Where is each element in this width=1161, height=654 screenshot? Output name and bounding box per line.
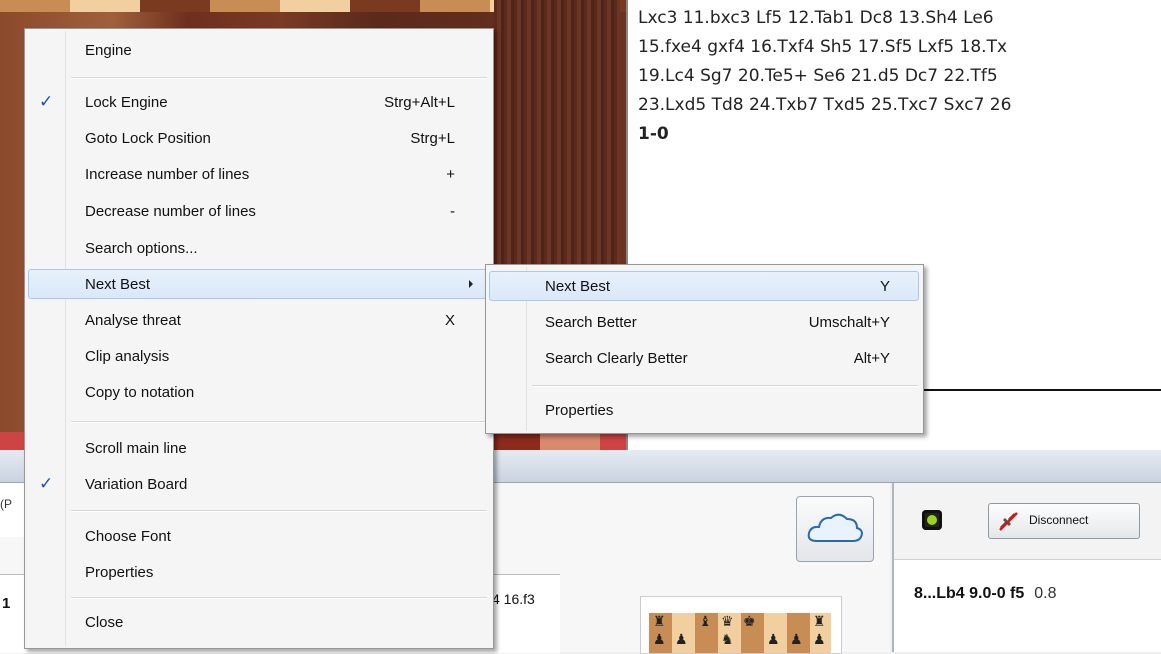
menu-item-shortcut: Strg+Alt+L — [384, 94, 455, 111]
menu-separator — [71, 597, 487, 599]
menu-item-clip-analysis[interactable]: Clip analysis — [28, 341, 488, 371]
pawn-piece: ♟ — [675, 631, 688, 647]
menu-item-goto-lock-position[interactable]: Goto Lock Position Strg+L — [28, 123, 488, 153]
menu-item-label: Lock Engine — [85, 94, 168, 111]
engine-panel: Disconnect 8...Lb4 9.0-0 f5 0.8 — [892, 483, 1161, 652]
checkmark-icon: ✓ — [39, 92, 54, 111]
menu-item-label: Increase number of lines — [85, 166, 250, 183]
menu-item-label: Analyse threat — [85, 312, 181, 329]
pawn-piece: ♟ — [813, 631, 826, 647]
menu-item-analyse-threat[interactable]: Analyse threat X — [28, 305, 488, 335]
menu-item-label: Variation Board — [85, 476, 188, 493]
submenu-item-properties[interactable]: Properties — [489, 395, 919, 425]
rook-piece: ♜ — [653, 613, 666, 629]
menu-item-label: Engine — [85, 42, 132, 59]
pawn-piece: ♟ — [653, 631, 666, 647]
pawn-piece: ♟ — [790, 631, 803, 647]
queen-piece: ♛ — [721, 613, 734, 629]
menu-item-properties[interactable]: Properties — [28, 557, 488, 587]
disconnect-label: Disconnect — [1029, 513, 1089, 527]
menu-item-shortcut: Strg+L — [410, 130, 455, 147]
submenu-arrow-icon — [469, 280, 473, 288]
menu-item-search-options[interactable]: Search options... — [28, 233, 488, 263]
pawn-piece: ♟ — [767, 631, 780, 647]
notation-line[interactable]: Lxc3 11.bxc3 Lf5 12.Tab1 Dc8 13.Sh4 Le6 — [638, 4, 1161, 33]
menu-item-label: Choose Font — [85, 528, 171, 545]
disconnect-icon — [999, 512, 1018, 531]
menu-separator — [71, 421, 487, 423]
rook-piece: ♜ — [813, 613, 826, 629]
list-item: 1 — [2, 595, 11, 612]
menu-item-label: Search Better — [545, 314, 637, 331]
menu-item-shortcut: X — [444, 312, 455, 329]
mini-board: ♜ ♝ ♛ ♚ ♜ ♟ ♟ ♞ ♟ ♟ ♟ — [649, 613, 831, 653]
notation-line[interactable]: 19.Lc4 Sg7 20.Te5+ Se6 21.d5 Dc7 22.Tf5 — [638, 62, 1161, 91]
submenu-item-next-best[interactable]: Next Best Y — [489, 271, 919, 301]
engine-analysis-line[interactable]: 8...Lb4 9.0-0 f5 0.8 — [914, 585, 1057, 603]
list-item: 4 16.f3 — [492, 591, 535, 607]
next-best-submenu: Next Best Y Search Better Umschalt+Y Sea… — [485, 264, 924, 434]
menu-item-label: Search options... — [85, 240, 198, 257]
menu-separator — [71, 510, 487, 512]
menu-item-shortcut: Umschalt+Y — [808, 314, 890, 331]
checkmark-icon: ✓ — [39, 474, 54, 493]
menu-item-increase-lines[interactable]: Increase number of lines + — [28, 159, 488, 189]
engine-toolbar: Disconnect — [894, 483, 1161, 560]
menu-item-lock-engine[interactable]: ✓ Lock Engine Strg+Alt+L — [28, 87, 488, 117]
menu-item-variation-board[interactable]: ✓ Variation Board — [28, 469, 488, 499]
king-piece: ♚ — [743, 613, 756, 629]
menu-item-scroll-main-line[interactable]: Scroll main line — [28, 433, 488, 463]
menu-item-label: Properties — [85, 564, 154, 581]
menu-item-label: Decrease number of lines — [85, 203, 256, 220]
submenu-item-search-better[interactable]: Search Better Umschalt+Y — [489, 307, 919, 337]
menu-separator — [532, 385, 918, 387]
game-result: 1-0 — [638, 124, 669, 144]
notation-text: Lxc3 11.bxc3 Lf5 12.Tab1 Dc8 13.Sh4 Le6 … — [638, 4, 1161, 149]
mini-board-preview[interactable]: ♜ ♝ ♛ ♚ ♜ ♟ ♟ ♞ ♟ ♟ ♟ — [640, 596, 842, 654]
menu-item-label: Clip analysis — [85, 348, 170, 365]
menu-item-label: Copy to notation — [85, 384, 195, 401]
engine-move: 8...Lb4 9.0-0 f5 — [914, 585, 1025, 602]
cloud-icon — [807, 513, 863, 542]
menu-item-shortcut: - — [450, 203, 455, 220]
knight-piece: ♞ — [721, 631, 734, 647]
menu-item-close[interactable]: Close — [28, 607, 488, 637]
menu-item-copy-to-notation[interactable]: Copy to notation — [28, 377, 488, 407]
engine-score: 0.8 — [1034, 585, 1057, 602]
menu-item-label: Search Clearly Better — [545, 350, 688, 367]
side-tab-label: (P — [0, 497, 12, 511]
menu-header-engine[interactable]: Engine — [28, 35, 488, 65]
engine-context-menu: Engine ✓ Lock Engine Strg+Alt+L Goto Loc… — [24, 28, 494, 649]
bishop-piece: ♝ — [699, 613, 712, 629]
menu-separator — [71, 77, 487, 79]
submenu-item-search-clearly-better[interactable]: Search Clearly Better Alt+Y — [489, 343, 919, 373]
status-led-icon[interactable] — [922, 510, 942, 530]
menu-item-label: Properties — [545, 402, 614, 419]
menu-item-label: Scroll main line — [85, 440, 187, 457]
menu-item-label: Next Best — [545, 278, 611, 295]
menu-item-label: Close — [85, 614, 124, 631]
menu-item-shortcut: + — [446, 166, 455, 183]
menu-item-choose-font[interactable]: Choose Font — [28, 521, 488, 551]
menu-item-decrease-lines[interactable]: Decrease number of lines - — [28, 196, 488, 226]
notation-line[interactable]: 23.Lxd5 Td8 24.Txb7 Txd5 25.Txc7 Sxc7 26 — [638, 91, 1161, 120]
cloud-button[interactable] — [796, 496, 874, 562]
menu-item-shortcut: Alt+Y — [853, 350, 890, 367]
menu-item-next-best[interactable]: Next Best — [28, 269, 488, 299]
menu-item-label: Goto Lock Position — [85, 130, 211, 147]
notation-line[interactable]: 15.fxe4 gxf4 16.Txf4 Sh5 17.Sf5 Lxf5 18.… — [638, 33, 1161, 62]
disconnect-button[interactable]: Disconnect — [988, 503, 1140, 539]
menu-item-shortcut: Y — [879, 278, 890, 295]
menu-item-label: Next Best — [85, 276, 151, 293]
